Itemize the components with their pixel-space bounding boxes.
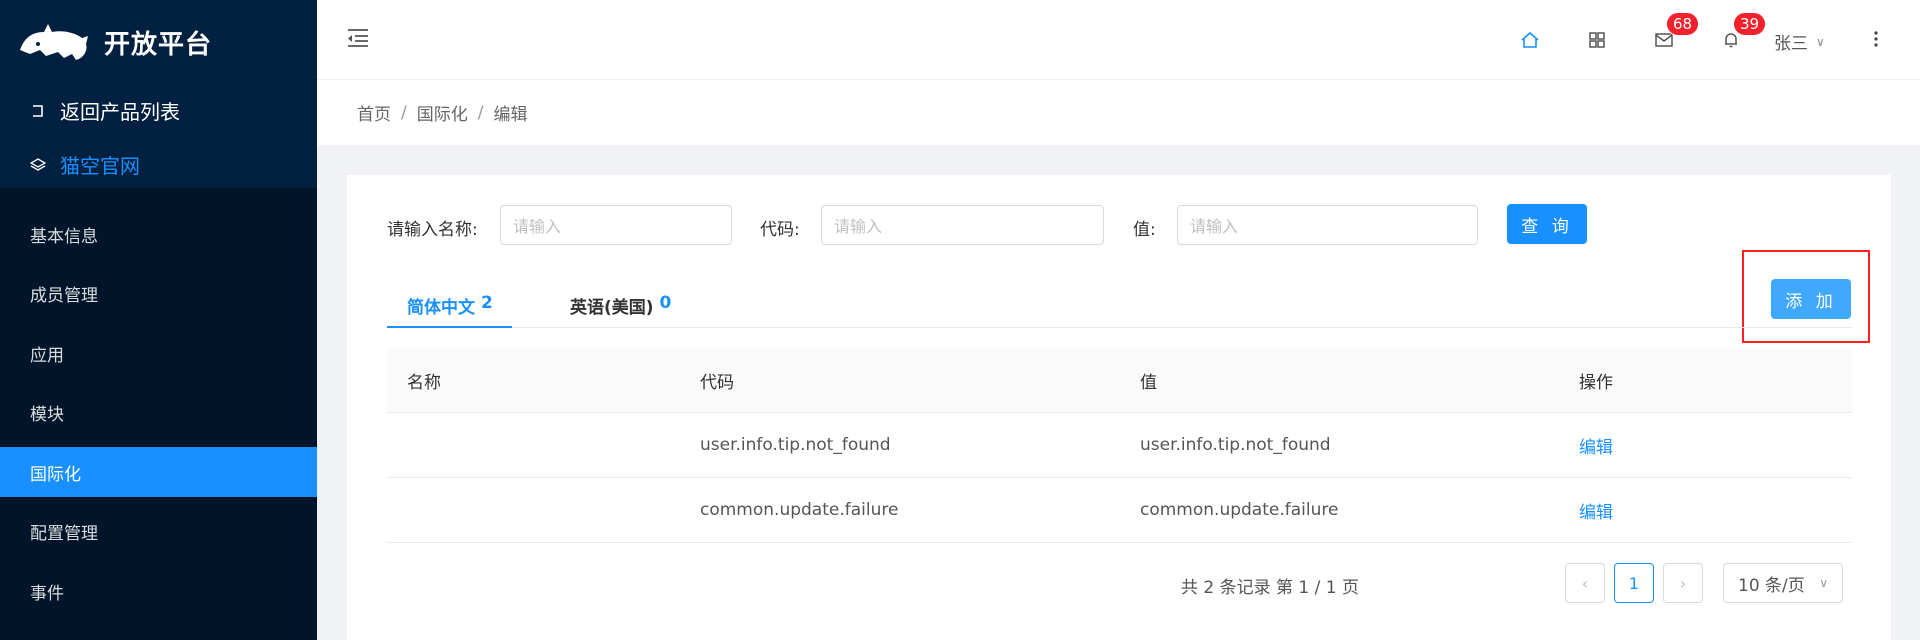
query-button[interactable]: 查 询: [1507, 204, 1587, 244]
edit-link[interactable]: 编辑: [1579, 503, 1613, 523]
language-tabs: 简体中文 2 英语(美国) 0: [387, 287, 1852, 328]
sidebar-item-apps[interactable]: 应用: [0, 328, 317, 378]
sidebar-item-events[interactable]: 事件: [0, 566, 317, 616]
tab-count: 0: [659, 293, 672, 313]
home-icon[interactable]: [1520, 30, 1540, 50]
column-header-value: 值: [1140, 372, 1157, 393]
more-vertical-icon[interactable]: [1873, 30, 1879, 48]
cell-action: 编辑: [1559, 498, 1852, 523]
logo[interactable]: 开放平台: [18, 20, 212, 64]
user-name: 张三: [1774, 34, 1808, 54]
return-icon: [30, 103, 46, 119]
page-size-select[interactable]: 10 条/页 ∨: [1723, 563, 1843, 603]
sidebar-item-config[interactable]: 配置管理: [0, 507, 317, 557]
official-site-link[interactable]: 猫空官网: [30, 150, 140, 179]
sidebar-item-members[interactable]: 成员管理: [0, 269, 317, 319]
sidebar-item-basic-info[interactable]: 基本信息: [0, 209, 317, 259]
menu-label: 应用: [30, 345, 64, 366]
tab-simplified-chinese[interactable]: 简体中文 2: [387, 287, 512, 328]
table-row: common.update.failure common.update.fail…: [387, 478, 1852, 543]
tab-label: 简体中文: [407, 298, 475, 318]
table-header-row: 名称 代码 值 操作: [387, 348, 1852, 413]
column-header-name: 名称: [407, 372, 441, 393]
chevron-down-icon: ∨: [1816, 34, 1825, 49]
tab-english-us[interactable]: 英语(美国) 0: [570, 287, 671, 328]
apps-grid-icon[interactable]: [1587, 30, 1607, 50]
breadcrumb: 首页 / 国际化 / 编辑: [317, 80, 1920, 145]
mail-badge: 68: [1666, 12, 1700, 36]
sidebar-item-modules[interactable]: 模块: [0, 388, 317, 438]
prev-page-button[interactable]: ‹: [1565, 563, 1605, 603]
cell-code: user.info.tip.not_found: [700, 435, 891, 455]
value-filter-label: 值:: [1133, 220, 1156, 240]
pagination: 共 2 条记录 第 1 / 1 页 ‹ 1 › 10 条/页 ∨: [347, 563, 1891, 603]
column-header-action: 操作: [1579, 372, 1613, 393]
site-label: 猫空官网: [60, 154, 140, 178]
value-filter-input[interactable]: 请输入: [1177, 205, 1478, 245]
rhino-logo-icon: [20, 24, 88, 60]
cell-action: 编辑: [1559, 433, 1852, 458]
sidebar: 开放平台 返回产品列表 猫空官网 基本信息 成员管理 应用 模块 国际化 配置管…: [0, 0, 317, 640]
breadcrumb-home[interactable]: 首页: [357, 100, 391, 125]
layers-icon: [30, 157, 46, 173]
name-filter-input[interactable]: 请输入: [500, 205, 732, 245]
breadcrumb-edit: 编辑: [493, 105, 528, 125]
menu-label: 基本信息: [30, 226, 98, 247]
content-card: 请输入名称: 请输入 代码: 请输入 值: 请输入 查 询 添 加 简体中文 2…: [347, 175, 1891, 640]
menu-label: 成员管理: [30, 286, 98, 306]
tab-count: 2: [481, 293, 493, 313]
menu-label: 国际化: [30, 464, 81, 485]
cell-value: user.info.tip.not_found: [1140, 435, 1331, 455]
code-filter-input[interactable]: 请输入: [821, 205, 1104, 245]
table-row: user.info.tip.not_found user.info.tip.no…: [387, 413, 1852, 478]
pagination-total: 共 2 条记录 第 1 / 1 页: [1181, 578, 1360, 598]
sidebar-item-i18n[interactable]: 国际化: [0, 447, 317, 497]
edit-link[interactable]: 编辑: [1579, 438, 1613, 458]
cell-value: common.update.failure: [1140, 500, 1339, 520]
name-filter-label: 请输入名称:: [387, 220, 478, 240]
breadcrumb-separator: /: [401, 102, 407, 123]
top-header: 68 39 张三 ∨: [317, 0, 1920, 80]
breadcrumb-separator: /: [477, 102, 484, 123]
chevron-down-icon: ∨: [1819, 576, 1828, 590]
menu-fold-icon[interactable]: [346, 28, 370, 48]
notification-badge: 39: [1733, 12, 1767, 36]
mail-button[interactable]: 68: [1654, 12, 1700, 50]
user-menu[interactable]: 张三 ∨: [1774, 29, 1825, 54]
column-header-code: 代码: [700, 372, 734, 393]
menu-label: 事件: [30, 583, 64, 604]
back-label: 返回产品列表: [60, 100, 180, 124]
menu-label: 模块: [30, 405, 64, 425]
code-filter-label: 代码:: [760, 220, 800, 240]
tab-label: 英语(美国): [570, 298, 654, 318]
menu-label: 配置管理: [30, 524, 98, 544]
page-1-button[interactable]: 1: [1614, 563, 1654, 603]
next-page-button[interactable]: ›: [1663, 563, 1703, 603]
notification-button[interactable]: 39: [1721, 12, 1767, 50]
back-to-product-list-link[interactable]: 返回产品列表: [30, 96, 180, 125]
breadcrumb-i18n[interactable]: 国际化: [417, 100, 468, 125]
logo-text: 开放平台: [104, 29, 213, 60]
page-size-value: 10 条/页: [1738, 575, 1805, 596]
i18n-table: 名称 代码 值 操作 user.info.tip.not_found user.…: [387, 348, 1852, 543]
sidebar-menu: 基本信息 成员管理 应用 模块 国际化 配置管理 事件: [0, 209, 317, 626]
cell-code: common.update.failure: [700, 500, 899, 520]
